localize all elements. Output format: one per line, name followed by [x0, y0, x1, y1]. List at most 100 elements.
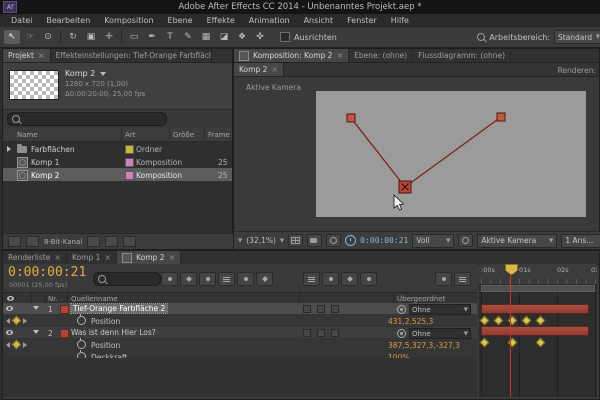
color-depth-button[interactable]: 8-Bit-Kanal — [44, 238, 82, 246]
column-name[interactable]: Name — [17, 131, 38, 139]
type-tool-button[interactable]: T — [162, 30, 178, 44]
property-label[interactable]: Position — [91, 317, 120, 326]
keyframe-square[interactable] — [346, 113, 356, 123]
region-of-interest-button[interactable] — [458, 234, 474, 247]
column-divider[interactable] — [204, 128, 205, 141]
current-timecode[interactable]: 0:00:00:21 — [8, 265, 86, 280]
puppet-pin-tool-button[interactable]: ✜ — [252, 30, 268, 44]
composition-viewport[interactable] — [316, 91, 586, 217]
expand-in-out-button[interactable] — [341, 272, 358, 286]
tab-komp1[interactable]: Komp 1 × — [67, 251, 118, 264]
snap-checkbox[interactable] — [280, 32, 290, 42]
expand-layer-switches-button[interactable] — [303, 272, 320, 286]
next-keyframe-icon[interactable] — [23, 317, 27, 324]
twirl-icon[interactable] — [33, 330, 39, 334]
previous-keyframe-icon[interactable] — [6, 341, 10, 348]
parent-dropdown[interactable]: Ohne ▼ — [409, 328, 471, 339]
menu-komposition[interactable]: Komposition — [97, 16, 160, 25]
column-frame[interactable]: Frame — [208, 131, 230, 139]
expand-render-time-button[interactable] — [360, 272, 377, 286]
menu-hilfe[interactable]: Hilfe — [384, 16, 416, 25]
pickwhip-icon[interactable] — [397, 305, 406, 314]
twirl-icon[interactable] — [7, 146, 11, 152]
switch-icon[interactable] — [331, 329, 339, 337]
close-icon[interactable]: × — [38, 51, 45, 60]
pen-tool-button[interactable]: ✒ — [144, 30, 160, 44]
label-chip[interactable] — [125, 158, 134, 167]
delete-item-button[interactable] — [123, 236, 137, 247]
label-chip[interactable] — [60, 305, 69, 314]
stopwatch-icon[interactable] — [77, 338, 86, 349]
menu-animation[interactable]: Animation — [242, 16, 297, 25]
auto-keyframe-button[interactable] — [435, 272, 452, 286]
shape-tool-button[interactable]: ▭ — [126, 30, 142, 44]
layer-name[interactable]: Tief-Orange Farbfläche 2 — [69, 303, 169, 314]
layer-row-2[interactable]: 2 Was ist denn Hier Los? Ohne ▼ — [3, 327, 477, 339]
switch-icon[interactable] — [303, 305, 311, 313]
label-chip[interactable] — [125, 171, 134, 180]
tab-effekteinstellungen[interactable]: Effekteinstellungen: Tief-Orange Farbflä… — [51, 49, 212, 62]
view-layout-dropdown[interactable]: 1 Ans... ▼ — [561, 233, 600, 248]
close-icon[interactable]: × — [104, 253, 111, 262]
property-label[interactable]: Position — [91, 341, 120, 350]
grid-guides-button[interactable] — [288, 234, 304, 247]
menu-bearbeiten[interactable]: Bearbeiten — [39, 16, 97, 25]
project-row-farbflaechen[interactable]: Farbflächen Ordner — [3, 142, 232, 155]
tab-renderliste[interactable]: Renderliste × — [3, 251, 68, 264]
property-value[interactable]: 431,2,525,3 — [388, 317, 433, 326]
keyframe-icon[interactable] — [479, 337, 490, 348]
interpret-footage-button[interactable] — [8, 236, 21, 247]
brush-tool-button[interactable]: ✎ — [180, 30, 196, 44]
tab-projekt[interactable]: Projekt × — [3, 49, 51, 62]
draft-3d-button[interactable] — [180, 272, 197, 286]
new-composition-button[interactable] — [105, 236, 119, 247]
timeline-menu-button[interactable] — [454, 272, 471, 286]
eye-toggle[interactable] — [6, 330, 13, 335]
eraser-tool-button[interactable]: ◪ — [216, 30, 232, 44]
hand-tool-button[interactable]: ☞ — [22, 30, 38, 44]
camera-tool-button[interactable]: ▣ — [83, 30, 99, 44]
layer-row-1[interactable]: 1 Tief-Orange Farbfläche 2 Ohne ▼ — [3, 303, 477, 315]
switch-icon[interactable] — [317, 305, 325, 313]
zoom-tool-button[interactable]: ⊙ — [40, 30, 56, 44]
keyframe-icon[interactable] — [479, 315, 490, 326]
motion-blur-button[interactable] — [237, 272, 254, 286]
rotation-tool-button[interactable]: ↻ — [65, 30, 81, 44]
menu-ansicht[interactable]: Ansicht — [297, 16, 341, 25]
project-search-input[interactable] — [7, 112, 167, 126]
label-chip[interactable] — [125, 145, 134, 154]
close-icon[interactable]: × — [271, 65, 278, 74]
menu-effekte[interactable]: Effekte — [200, 16, 242, 25]
snapshot-button[interactable] — [307, 234, 323, 247]
menu-datei[interactable]: Datei — [4, 16, 39, 25]
new-folder-button[interactable] — [87, 236, 101, 247]
tab-ebene[interactable]: Ebene: (ohne) — [349, 49, 414, 62]
switch-icon[interactable] — [331, 305, 339, 313]
menu-ebene[interactable]: Ebene — [161, 16, 200, 25]
next-keyframe-icon[interactable] — [23, 341, 27, 348]
playhead-line[interactable] — [510, 273, 511, 397]
viewer-tab-komp2[interactable]: Komp 2 × — [234, 63, 285, 76]
add-keyframe-icon[interactable] — [11, 315, 22, 326]
project-settings-button[interactable] — [26, 236, 39, 247]
clone-stamp-tool-button[interactable]: ▦ — [198, 30, 214, 44]
close-icon[interactable]: × — [168, 253, 175, 262]
keyframe-icon[interactable] — [535, 315, 546, 326]
resolution-dropdown[interactable]: Voll ▼ — [412, 233, 455, 248]
frame-blending-button[interactable] — [218, 272, 235, 286]
zoom-value[interactable]: (32,1%) — [246, 236, 276, 245]
previous-keyframe-icon[interactable] — [6, 317, 10, 324]
column-groesse[interactable]: Größe — [173, 131, 194, 139]
work-area-bar[interactable] — [481, 285, 595, 292]
expand-transfer-controls-button[interactable] — [322, 272, 339, 286]
close-icon[interactable]: × — [54, 253, 61, 262]
keyframe-square[interactable] — [496, 112, 506, 122]
column-divider[interactable] — [121, 128, 122, 141]
selection-tool-button[interactable]: ↖ — [4, 30, 20, 44]
keyframe-icon[interactable] — [535, 337, 546, 348]
layer-name[interactable]: Was ist denn Hier Los? — [71, 328, 156, 337]
timeline-track-area[interactable] — [479, 292, 597, 397]
switch-icon[interactable] — [303, 329, 311, 337]
comp-mini-flowchart-button[interactable] — [161, 272, 178, 286]
show-channel-button[interactable] — [326, 234, 342, 247]
